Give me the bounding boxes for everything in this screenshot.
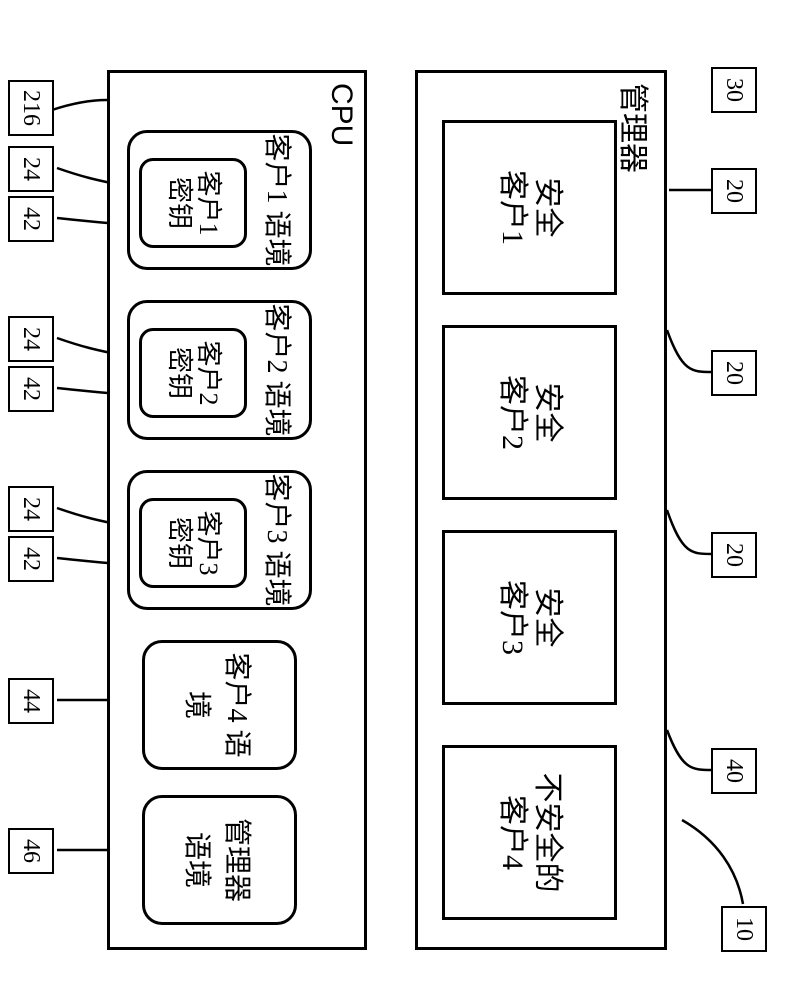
context-1: 客户1 语境 客户1 密钥 (127, 130, 312, 270)
context-1-key: 客户1 密钥 (139, 158, 247, 248)
cpu-label: CPU (324, 83, 358, 146)
manager-context-label: 管理器 语境 (180, 818, 260, 902)
context-2-ctx-ref-text: 42 (18, 377, 45, 401)
context-2-ctx-ref: 42 (8, 366, 54, 412)
context-1-key-ref-text: 24 (18, 157, 45, 181)
client-2-label: 安全 客户2 (495, 375, 564, 450)
context-1-key-label: 客户1 密钥 (164, 170, 221, 235)
context-3-ctx-ref-text: 42 (18, 547, 45, 571)
context-4-ref-text: 44 (18, 689, 45, 713)
manager-ref-text: 30 (721, 78, 748, 102)
context-2: 客户2 语境 客户2 密钥 (127, 300, 312, 440)
manager-label: 管理器 (614, 83, 658, 173)
client-3-ref-text: 20 (721, 543, 748, 567)
context-3-key-label: 客户3 密钥 (164, 510, 221, 575)
ref-10: 10 (721, 906, 767, 952)
client-2-ref: 20 (711, 350, 757, 396)
context-4-ref: 44 (8, 678, 54, 724)
context-3: 客户3 语境 客户3 密钥 (127, 470, 312, 610)
manager-context-ref: 46 (8, 828, 54, 874)
cpu-ref: 216 (8, 80, 54, 136)
client-4-label: 不安全的 客户4 (495, 773, 564, 893)
client-1-ref-text: 20 (721, 179, 748, 203)
ref-10-text: 10 (731, 917, 758, 941)
context-2-key-label: 客户2 密钥 (164, 340, 221, 405)
context-2-label: 客户2 语境 (259, 303, 299, 437)
client-3: 安全 客户3 (442, 530, 617, 705)
context-1-label: 客户1 语境 (259, 133, 299, 267)
context-3-ctx-ref: 42 (8, 536, 54, 582)
client-4-ref: 40 (711, 748, 757, 794)
context-2-key: 客户2 密钥 (139, 328, 247, 418)
context-1-ctx-ref-text: 42 (18, 207, 45, 231)
client-4-ref-text: 40 (721, 759, 748, 783)
context-1-ctx-ref: 42 (8, 196, 54, 242)
client-2-ref-text: 20 (721, 361, 748, 385)
client-1-ref: 20 (711, 168, 757, 214)
manager-context: 管理器 语境 (142, 795, 297, 925)
client-3-label: 安全 客户3 (495, 580, 564, 655)
manager-ref: 30 (711, 67, 757, 113)
client-1: 安全 客户1 (442, 120, 617, 295)
context-3-key: 客户3 密钥 (139, 498, 247, 588)
context-3-label: 客户3 语境 (259, 473, 299, 607)
context-4-label: 客户4 语境 (180, 643, 260, 767)
client-2: 安全 客户2 (442, 325, 617, 500)
context-2-key-ref-text: 24 (18, 327, 45, 351)
context-4: 客户4 语境 (142, 640, 297, 770)
client-4: 不安全的 客户4 (442, 745, 617, 920)
manager-context-ref-text: 46 (18, 839, 45, 863)
client-3-ref: 20 (711, 532, 757, 578)
context-2-key-ref: 24 (8, 316, 54, 362)
context-1-key-ref: 24 (8, 146, 54, 192)
client-1-label: 安全 客户1 (495, 170, 564, 245)
cpu-ref-text: 216 (18, 90, 45, 126)
context-3-key-ref-text: 24 (18, 497, 45, 521)
context-3-key-ref: 24 (8, 486, 54, 532)
